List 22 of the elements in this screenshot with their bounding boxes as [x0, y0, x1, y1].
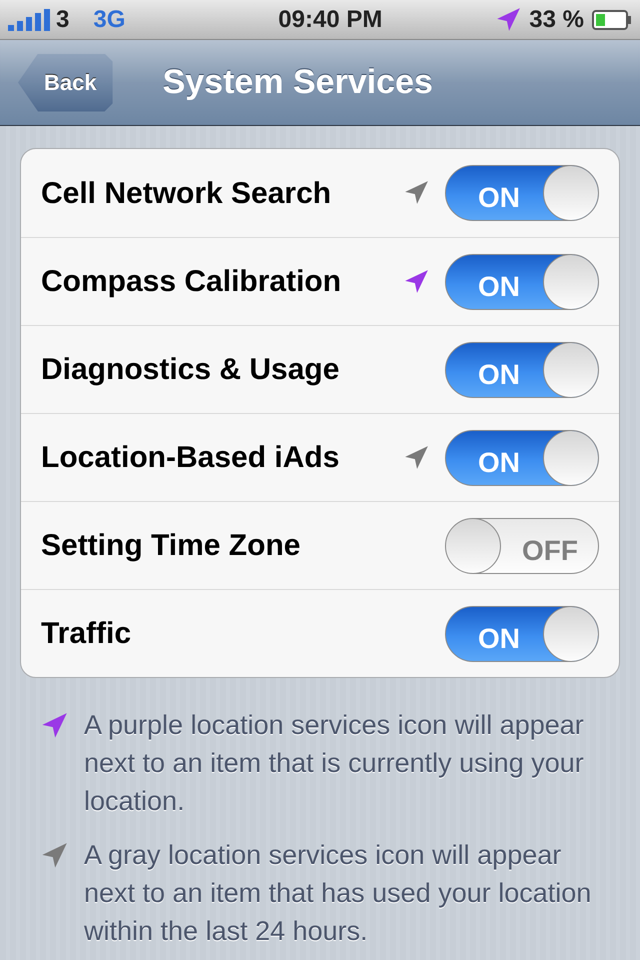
setting-label: Cell Network Search: [41, 176, 332, 212]
setting-label: Diagnostics & Usage: [41, 352, 340, 388]
back-button[interactable]: Back: [18, 54, 113, 112]
battery-percent: 33 %: [529, 4, 584, 34]
toggle-switch[interactable]: ON: [445, 430, 599, 486]
toggle-switch[interactable]: OFF: [445, 518, 599, 574]
toggle-switch[interactable]: ON: [445, 342, 599, 398]
screen-title: System Services: [162, 62, 433, 103]
setting-label: Setting Time Zone: [41, 528, 302, 564]
setting-label: Location-Based iAds: [41, 440, 340, 476]
toggle-switch[interactable]: ON: [445, 254, 599, 310]
footnote-text: A gray location services icon will appear next to an item that has used your location within the last 24 hours.: [84, 839, 592, 948]
signal-icon: [8, 8, 52, 30]
carrier-text: 3: [56, 4, 70, 34]
toggle-switch[interactable]: ON: [445, 606, 599, 662]
status-time: 09:40 PM: [277, 4, 382, 34]
network-text: 3G: [93, 4, 126, 34]
setting-label: Traffic: [41, 616, 132, 652]
battery-icon: [592, 8, 632, 30]
footnote-text: A purple location services icon will appear next to an item that is currently using your location.: [84, 709, 585, 818]
setting-label: Compass Calibration: [41, 264, 342, 300]
toggle-switch[interactable]: ON: [445, 165, 599, 221]
